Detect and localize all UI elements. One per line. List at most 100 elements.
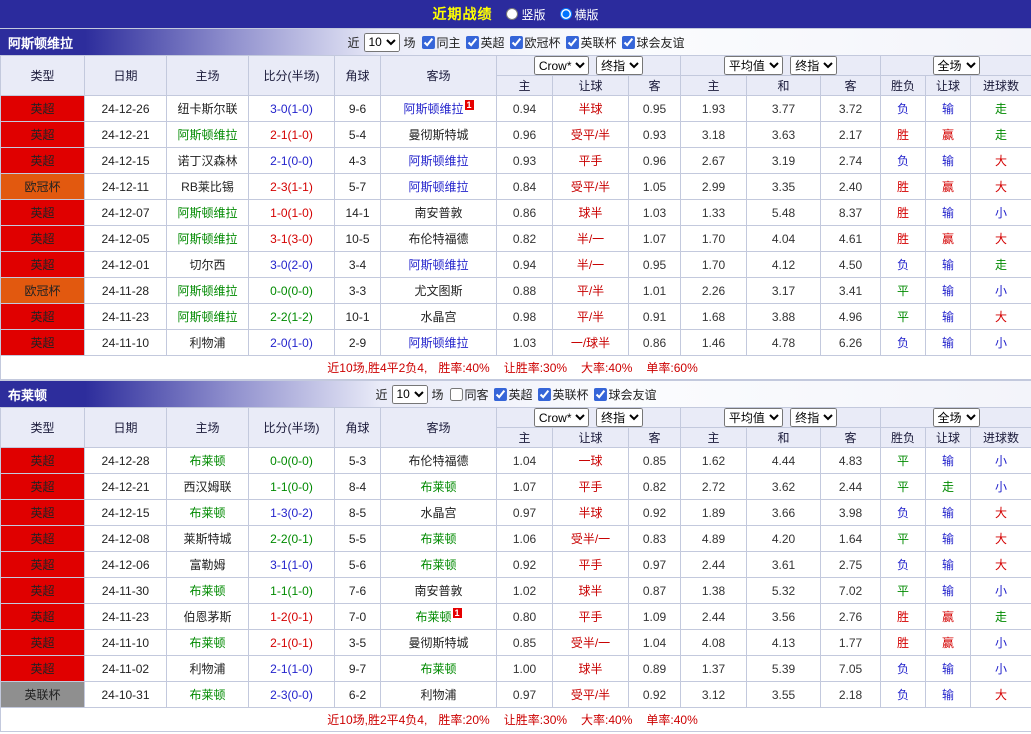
league-filter-0-checkbox[interactable] — [465, 35, 479, 49]
league-filter-1[interactable]: 英联杯 — [533, 386, 589, 403]
table-row: 英超 24-12-28 布莱顿 0-0(0-0) 5-3 布伦特福德 1.04 一球 0.85 1… — [0, 447, 1031, 474]
asia-home-odds-cell: 0.98 — [496, 303, 553, 330]
euro-draw-odds-cell: 5.48 — [746, 199, 822, 226]
asia-away-odds-cell: 1.03 — [627, 199, 682, 226]
score-cell: 1-1(0-0) — [248, 473, 335, 500]
home-team-cell: 莱斯特城 — [166, 525, 249, 552]
corner-cell: 3-3 — [334, 277, 381, 304]
match-count-select[interactable]: 10 — [391, 384, 428, 404]
asia-away-odds-cell: 0.89 — [627, 655, 682, 682]
asia-handicap-cell: 受平/半 — [552, 121, 629, 148]
euro-time-select[interactable]: 终指 — [790, 56, 838, 75]
asia-away-odds-cell: 0.82 — [627, 473, 682, 500]
euro-source-select[interactable]: 平均值 — [723, 56, 783, 75]
euro-odds-group-header: 平均值 终指 — [680, 55, 882, 76]
league-filter-3[interactable]: 球会友谊 — [617, 34, 685, 51]
col-header-corner: 角球 — [334, 55, 381, 96]
summary-rate: 胜率:40% — [438, 361, 490, 375]
layout-vertical-radio[interactable] — [506, 8, 519, 20]
result-cell: 平 — [880, 303, 927, 330]
euro-home-odds-cell: 1.46 — [680, 329, 748, 356]
league-filter-1[interactable]: 欧冠杯 — [505, 34, 561, 51]
same-venue-filter-checkbox[interactable] — [449, 387, 463, 401]
same-venue-filter[interactable]: 同主 — [416, 34, 460, 51]
away-team-cell: 布莱顿 — [380, 525, 497, 552]
asia-time-select[interactable]: 终指 — [596, 56, 644, 75]
euro-source-select[interactable]: 平均值 — [723, 408, 783, 427]
league-filter-2[interactable]: 球会友谊 — [589, 386, 657, 403]
score-cell: 3-1(1-0) — [248, 551, 335, 578]
table-row: 英超 24-12-07 阿斯顿维拉 1-0(1-0) 14-1 南安普敦 0.86 球半 1.0… — [0, 199, 1031, 226]
league-filter-2[interactable]: 英联杯 — [561, 34, 617, 51]
asia-source-select[interactable]: Crow* — [533, 408, 589, 427]
euro-time-select[interactable]: 终指 — [790, 408, 838, 427]
table-row: 英超 24-12-06 富勒姆 3-1(1-0) 5-6 布莱顿 0.92 平手 0.97 2.4… — [0, 551, 1031, 578]
asia-handicap-cell: 平手 — [552, 603, 629, 630]
goals-result-cell: 大 — [970, 225, 1031, 252]
league-filter-3-checkbox[interactable] — [621, 35, 635, 49]
date-cell: 24-12-21 — [84, 121, 167, 148]
summary-rates: 胜率:40% 让胜率:30% 大率:40% 单率:60% — [431, 361, 704, 375]
goals-result-cell: 小 — [970, 199, 1031, 226]
asia-time-select[interactable]: 终指 — [596, 408, 644, 427]
handicap-result-cell: 赢 — [925, 173, 972, 200]
asia-source-select[interactable]: Crow* — [533, 56, 589, 75]
match-count-select[interactable]: 10 — [363, 32, 400, 52]
score-cell: 2-1(0-0) — [248, 147, 335, 174]
layout-vertical-option[interactable]: 竖版 — [506, 6, 546, 23]
euro-away-odds-cell: 2.75 — [820, 551, 882, 578]
euro-odds-group-header: 平均值 终指 — [680, 407, 882, 428]
corner-cell: 2-9 — [334, 329, 381, 356]
away-team-cell: 南安普敦 — [380, 199, 497, 226]
handicap-result-cell: 输 — [925, 655, 972, 682]
away-team-cell: 布莱顿 1 — [380, 603, 497, 630]
asia-home-odds-cell: 0.96 — [496, 121, 553, 148]
col-header-away: 客场 — [380, 407, 497, 448]
euro-home-odds-cell: 2.26 — [680, 277, 748, 304]
asia-home-odds-cell: 0.93 — [496, 147, 553, 174]
handicap-result-cell: 输 — [925, 199, 972, 226]
corner-cell: 14-1 — [334, 199, 381, 226]
col-header-euro-away: 客 — [820, 427, 882, 448]
league-cell: 英超 — [0, 499, 85, 526]
home-team-cell: 布莱顿 — [166, 681, 249, 708]
table-row: 英超 24-11-02 利物浦 2-1(1-0) 9-7 布莱顿 1.00 球半 0.89 1.3… — [0, 655, 1031, 682]
goals-result-cell: 大 — [970, 173, 1031, 200]
league-cell: 英超 — [0, 447, 85, 474]
date-cell: 24-12-05 — [84, 225, 167, 252]
euro-home-odds-cell: 3.18 — [680, 121, 748, 148]
asia-handicap-cell: 平/半 — [552, 277, 629, 304]
layout-horizontal-option[interactable]: 横版 — [559, 6, 599, 23]
layout-vertical-label: 竖版 — [521, 7, 546, 22]
league-filter-2-checkbox[interactable] — [593, 387, 607, 401]
fulltime-select[interactable]: 全场 — [932, 408, 980, 427]
handicap-result-cell: 赢 — [925, 629, 972, 656]
league-filter-0[interactable]: 英超 — [460, 34, 505, 51]
table-row: 英超 24-12-15 诺丁汉森林 2-1(0-0) 4-3 阿斯顿维拉 0.93 平手 0.9… — [0, 147, 1031, 174]
euro-away-odds-cell: 3.98 — [820, 499, 882, 526]
league-filter-0-checkbox[interactable] — [493, 387, 507, 401]
league-filter-1-checkbox[interactable] — [509, 35, 523, 49]
handicap-result-cell: 输 — [925, 147, 972, 174]
score-cell: 3-0(1-0) — [248, 95, 335, 122]
date-cell: 24-12-01 — [84, 251, 167, 278]
league-filter-2-checkbox[interactable] — [565, 35, 579, 49]
same-venue-filter-checkbox[interactable] — [421, 35, 435, 49]
league-filter-1-checkbox[interactable] — [537, 387, 551, 401]
corner-cell: 5-6 — [334, 551, 381, 578]
asia-home-odds-cell: 0.94 — [496, 95, 553, 122]
layout-horizontal-radio[interactable] — [559, 8, 572, 20]
score-cell: 1-1(1-0) — [248, 577, 335, 604]
summary-prefix: 近10场,胜2平4负4, — [327, 713, 428, 727]
league-filter-0[interactable]: 英超 — [489, 386, 533, 403]
same-venue-filter[interactable]: 同客 — [444, 386, 489, 403]
col-header-euro-home: 主 — [680, 427, 748, 448]
col-header-home: 主场 — [166, 407, 249, 448]
euro-away-odds-cell: 3.72 — [820, 95, 882, 122]
fulltime-select[interactable]: 全场 — [932, 56, 980, 75]
asia-home-odds-cell: 1.04 — [496, 447, 553, 474]
corner-cell: 10-1 — [334, 303, 381, 330]
league-filter-2-label: 英联杯 — [580, 35, 617, 50]
table-row: 英超 24-11-30 布莱顿 1-1(1-0) 7-6 南安普敦 1.02 球半 0.87 1.… — [0, 577, 1031, 604]
col-header-asia-away: 客 — [627, 75, 682, 96]
